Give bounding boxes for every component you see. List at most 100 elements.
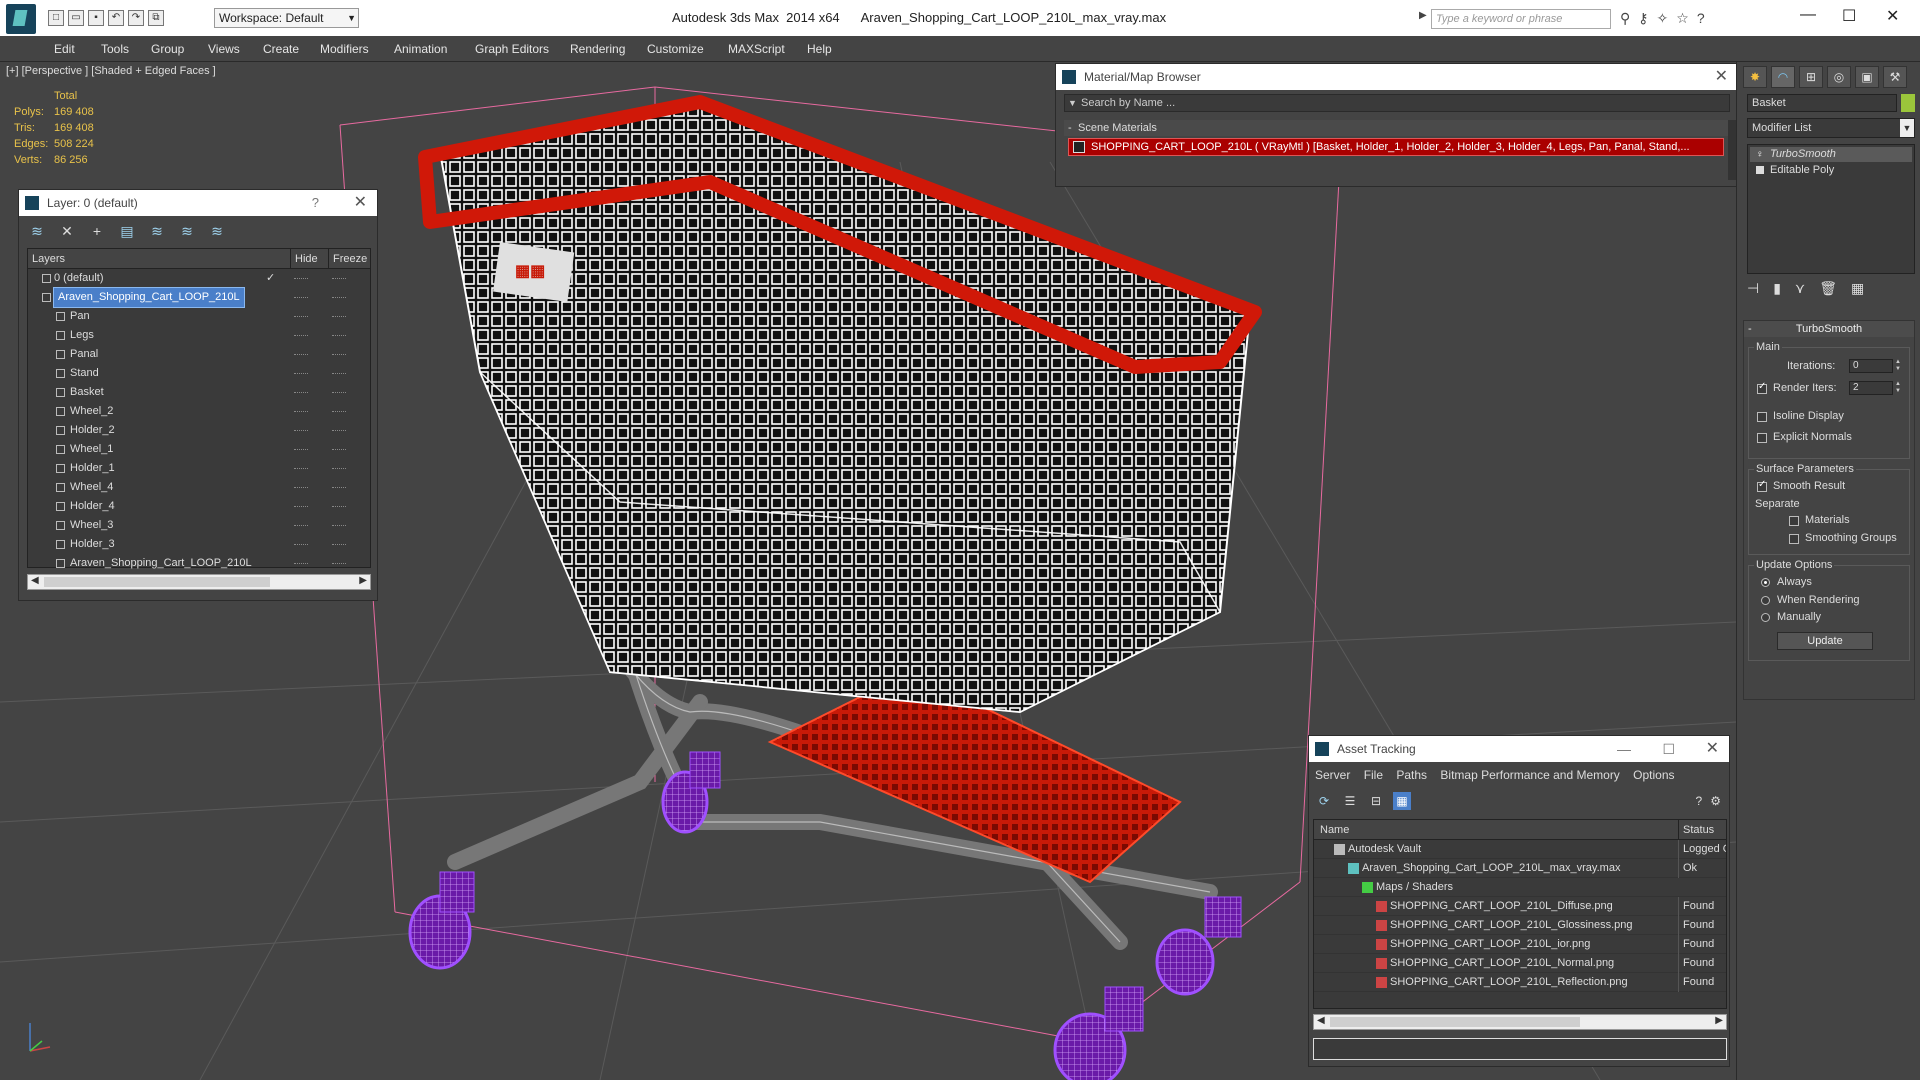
minimize-icon[interactable]: — [1617,736,1631,762]
hide-toggle[interactable] [294,297,308,298]
horizontal-scrollbar[interactable]: ◀ ▶ [1313,1014,1727,1030]
freeze-toggle[interactable] [332,487,346,488]
scene-materials-group[interactable]: - Scene Materials [1064,120,1730,136]
always-radio[interactable] [1761,578,1770,587]
layer-row[interactable]: Wheel_4 [28,478,370,497]
smoothing-groups-checkbox[interactable] [1789,534,1799,544]
menu-customize[interactable]: Customize [647,42,704,56]
horizontal-scrollbar[interactable]: ◀ ▶ [27,574,371,590]
column-hide[interactable]: Hide [290,249,318,269]
modifier-list-dropdown[interactable]: Modifier List ▼ [1747,118,1915,138]
freeze-toggle[interactable] [332,525,346,526]
select-objects-icon[interactable]: ▤ [117,222,137,240]
freeze-toggle[interactable] [332,373,346,374]
delete-layer-icon[interactable]: ✕ [57,222,77,240]
redo-icon[interactable]: ↷ [128,10,144,26]
scroll-left-icon[interactable]: ◀ [31,575,39,586]
menu-create[interactable]: Create [263,42,299,56]
modify-tab-icon[interactable]: ◠ [1771,66,1795,88]
subscription-icon[interactable]: ✧ [1657,10,1669,27]
isoline-display-checkbox[interactable] [1757,412,1767,422]
menu-rendering[interactable]: Rendering [570,42,625,56]
hide-toggle[interactable] [294,392,308,393]
freeze-toggle[interactable] [332,430,346,431]
open-file-icon[interactable]: ▭ [68,10,84,26]
hide-toggle[interactable] [294,354,308,355]
layer-row[interactable]: Holder_3 [28,535,370,554]
show-end-result-icon[interactable]: ▮ [1773,280,1781,297]
rollout-header[interactable]: - TurboSmooth [1744,321,1914,337]
remove-modifier-icon[interactable]: 🗑 [1819,280,1837,297]
menu-tools[interactable]: Tools [101,42,129,56]
freeze-toggle[interactable] [332,411,346,412]
iterations-spinner[interactable]: 0 [1849,359,1893,373]
layer-row[interactable]: Holder_2 [28,421,370,440]
freeze-toggle[interactable] [332,354,346,355]
menu-modifiers[interactable]: Modifiers [320,42,369,56]
asset-row[interactable]: SHOPPING_CART_LOOP_210L_Diffuse.png Found [1314,897,1726,916]
layer-row[interactable]: Holder_1 [28,459,370,478]
asset-menu-bitmap[interactable]: Bitmap Performance and Memory [1440,768,1619,782]
project-folder-icon[interactable]: ⧉ [148,10,164,26]
asset-menu-file[interactable]: File [1364,768,1383,782]
binoculars-icon[interactable]: ⚲ [1620,10,1630,27]
asset-row[interactable]: SHOPPING_CART_LOOP_210L_ior.png Found [1314,935,1726,954]
asset-row[interactable]: SHOPPING_CART_LOOP_210L_Normal.png Found [1314,954,1726,973]
new-file-icon[interactable]: □ [48,10,64,26]
freeze-toggle[interactable] [332,563,346,564]
lightbulb-icon[interactable]: ♀ [1756,147,1764,160]
layer-row[interactable]: Wheel_2 [28,402,370,421]
refresh-icon[interactable]: ⟳ [1315,792,1333,810]
asset-row[interactable]: SHOPPING_CART_LOOP_210L_Reflection.png Fo… [1314,973,1726,992]
spinner-arrows-icon[interactable]: ▲ ▼ [1895,359,1903,373]
layer-row[interactable]: Panal [28,345,370,364]
menu-graph-editors[interactable]: Graph Editors [475,42,549,56]
scroll-right-icon[interactable]: ▶ [1715,1015,1723,1026]
add-to-layer-icon[interactable]: + [87,222,107,240]
freeze-toggle[interactable] [332,468,346,469]
layer-panel-title[interactable]: Layer: 0 (default) ? ✕ [19,190,377,216]
asset-row[interactable]: SHOPPING_CART_LOOP_210L_Glossiness.png Fo… [1314,916,1726,935]
hide-toggle[interactable] [294,278,308,279]
display-tab-icon[interactable]: ▣ [1855,66,1879,88]
save-file-icon[interactable]: ▪ [88,10,104,26]
freeze-toggle[interactable] [332,335,346,336]
hide-toggle[interactable] [294,506,308,507]
materials-checkbox[interactable] [1789,516,1799,526]
menu-views[interactable]: Views [208,42,240,56]
material-browser-title[interactable]: Material/Map Browser ✕ [1056,64,1738,90]
list-view-icon[interactable]: ☰ [1341,792,1359,810]
scroll-left-icon[interactable]: ◀ [1317,1015,1325,1026]
table-view-icon[interactable]: ▦ [1393,792,1411,810]
close-icon[interactable]: ✕ [1715,64,1728,90]
help-icon[interactable]: ? [312,190,319,216]
close-icon[interactable]: ✕ [1886,6,1899,26]
asset-tracking-title[interactable]: Asset Tracking — ☐ ✕ [1309,736,1729,762]
layer-row[interactable]: Pan [28,307,370,326]
settings-icon[interactable]: ⚙ [1710,794,1721,808]
asset-menu-server[interactable]: Server [1315,768,1350,782]
layer-row[interactable]: Araven_Shopping_Cart_LOOP_210L [28,287,370,308]
freeze-toggle[interactable] [332,392,346,393]
pin-stack-icon[interactable]: ⊣ [1747,280,1759,297]
freeze-toggle[interactable] [332,297,346,298]
asset-row[interactable]: Maps / Shaders [1314,878,1726,897]
layer-row[interactable]: Legs [28,326,370,345]
object-name-field[interactable]: Basket [1747,94,1897,112]
asset-menu-paths[interactable]: Paths [1396,768,1427,782]
material-item[interactable]: SHOPPING_CART_LOOP_210L ( VRayMtl ) [Bas… [1068,138,1724,156]
workspace-dropdown[interactable]: Workspace: Default ▼ [214,8,359,28]
hide-toggle[interactable] [294,316,308,317]
configure-modifier-sets-icon[interactable]: ▦ [1851,280,1864,297]
hide-toggle[interactable] [294,487,308,488]
hide-toggle[interactable] [294,373,308,374]
menu-group[interactable]: Group [151,42,184,56]
layer-row[interactable]: 0 (default) ✓ [28,269,370,288]
app-logo-icon[interactable] [6,4,36,34]
freeze-toggle[interactable] [332,278,346,279]
hide-all-layers-icon[interactable]: ≋ [177,222,197,240]
layer-row[interactable]: Wheel_1 [28,440,370,459]
asset-row[interactable]: Araven_Shopping_Cart_LOOP_210L_max_vray.… [1314,859,1726,878]
highlight-layer-icon[interactable]: ≋ [147,222,167,240]
hide-toggle[interactable] [294,411,308,412]
